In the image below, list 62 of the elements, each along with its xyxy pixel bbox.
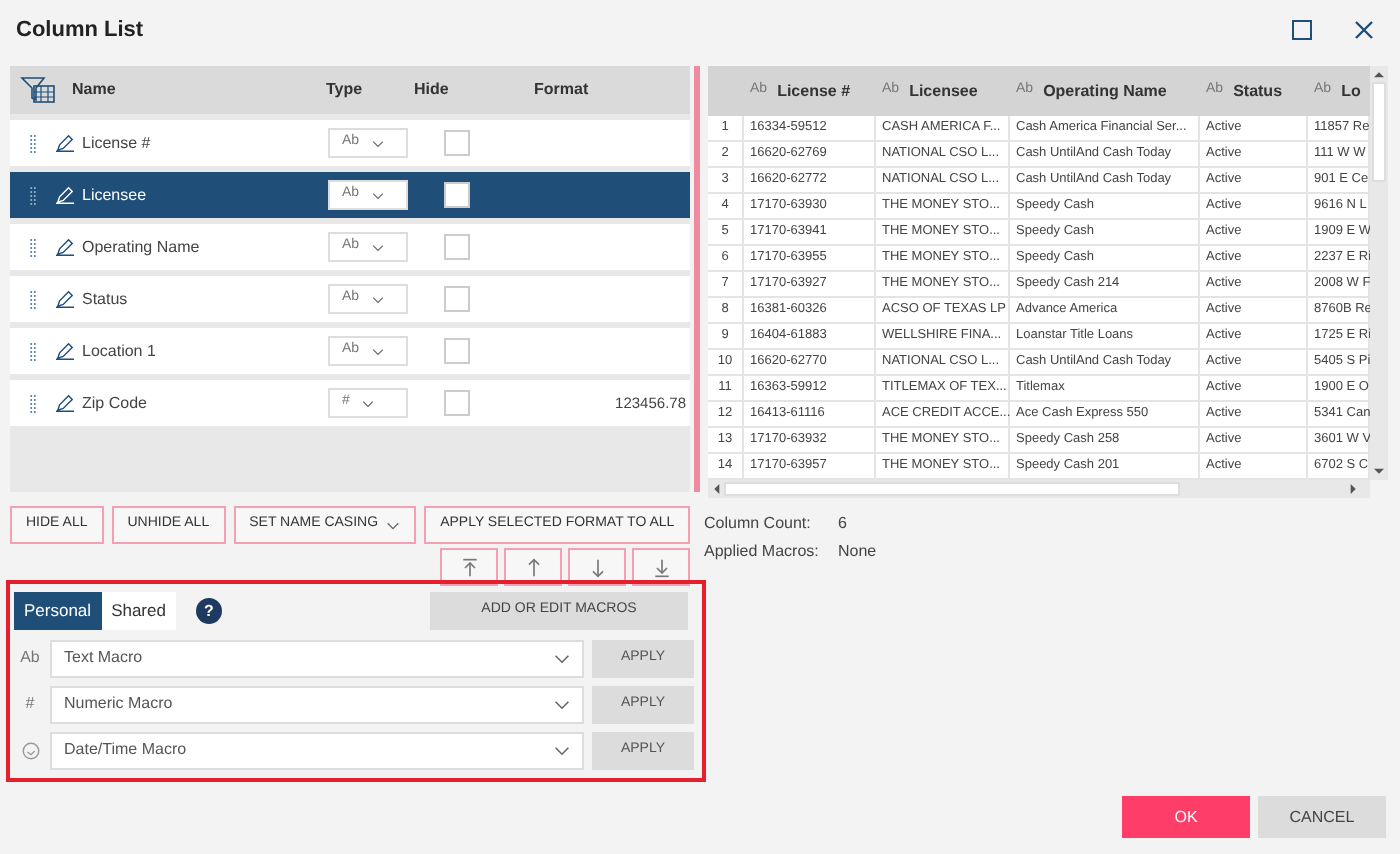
grid-header: License #: [777, 79, 851, 103]
chevron-down-icon: [371, 191, 384, 199]
chevron-down-icon: [554, 745, 570, 755]
horizontal-scrollbar[interactable]: [708, 480, 1370, 498]
column-name: Licensee: [82, 183, 149, 207]
chevron-down-icon: [371, 243, 384, 251]
column-name: Status: [82, 287, 130, 311]
macro-dropdown[interactable]: Date/Time Macro: [50, 731, 584, 769]
chevron-down-icon: [371, 139, 384, 147]
chevron-down-icon: [554, 653, 570, 663]
pencil-icon[interactable]: [56, 342, 74, 360]
type-label: Ab: [20, 646, 40, 670]
chevron-down-icon: [361, 399, 374, 407]
type-label: #: [25, 692, 35, 716]
column-header: Format: [534, 78, 589, 102]
filter-table-icon[interactable]: [20, 76, 56, 104]
grid-header: Licensee: [909, 79, 978, 103]
summary-value: None: [838, 540, 877, 564]
column-name: Zip Code: [82, 391, 149, 415]
pencil-icon[interactable]: [56, 134, 74, 152]
hide-checkbox[interactable]: [444, 182, 470, 208]
grid-header: Operating Name: [1043, 79, 1167, 103]
summary-value: 6: [838, 512, 847, 536]
scroll-thumb[interactable]: [724, 482, 1180, 496]
arrow-to-bottom-icon: [651, 555, 671, 579]
hide-checkbox[interactable]: [444, 234, 470, 260]
arrow-to-top-icon: [459, 555, 479, 579]
cancel-button[interactable]: CANCEL: [1258, 796, 1386, 838]
pencil-icon[interactable]: [56, 290, 74, 308]
help-icon[interactable]: ?: [195, 598, 222, 624]
column-header: Name: [72, 78, 118, 102]
macro-dropdown[interactable]: Text Macro: [50, 639, 584, 677]
chevron-down-icon: [386, 521, 401, 529]
hide-checkbox[interactable]: [444, 338, 470, 364]
column-header: Type: [326, 78, 365, 102]
column-name: License #: [82, 131, 153, 155]
hide-checkbox[interactable]: [444, 390, 470, 416]
grid-header: Status: [1233, 79, 1283, 103]
arrow-up-icon: [523, 555, 543, 579]
column-header: Hide: [414, 78, 451, 102]
vertical-scrollbar[interactable]: [1370, 66, 1388, 480]
close-icon[interactable]: [1354, 20, 1374, 40]
scroll-thumb[interactable]: [1372, 82, 1386, 182]
hide-checkbox[interactable]: [444, 130, 470, 156]
grid-header: Lo: [1341, 79, 1361, 103]
chevron-down-icon: [371, 295, 384, 303]
column-name: Location 1: [82, 339, 158, 363]
window-title: Column List: [16, 15, 144, 46]
macro-tab[interactable]: Shared: [101, 592, 176, 630]
macro-dropdown[interactable]: Numeric Macro: [50, 685, 584, 723]
clock-icon: [21, 741, 39, 759]
summary-label: Applied Macros:: [704, 540, 821, 564]
chevron-down-icon: [554, 699, 570, 709]
column-name: Operating Name: [82, 235, 202, 259]
maximize-icon[interactable]: [1292, 20, 1312, 40]
chevron-down-icon: [371, 347, 384, 355]
hide-checkbox[interactable]: [444, 286, 470, 312]
pencil-icon[interactable]: [56, 238, 74, 256]
pencil-icon[interactable]: [56, 394, 74, 412]
summary-label: Column Count:: [704, 512, 813, 536]
arrow-down-icon: [587, 555, 607, 579]
macro-tab[interactable]: Personal: [14, 592, 102, 630]
